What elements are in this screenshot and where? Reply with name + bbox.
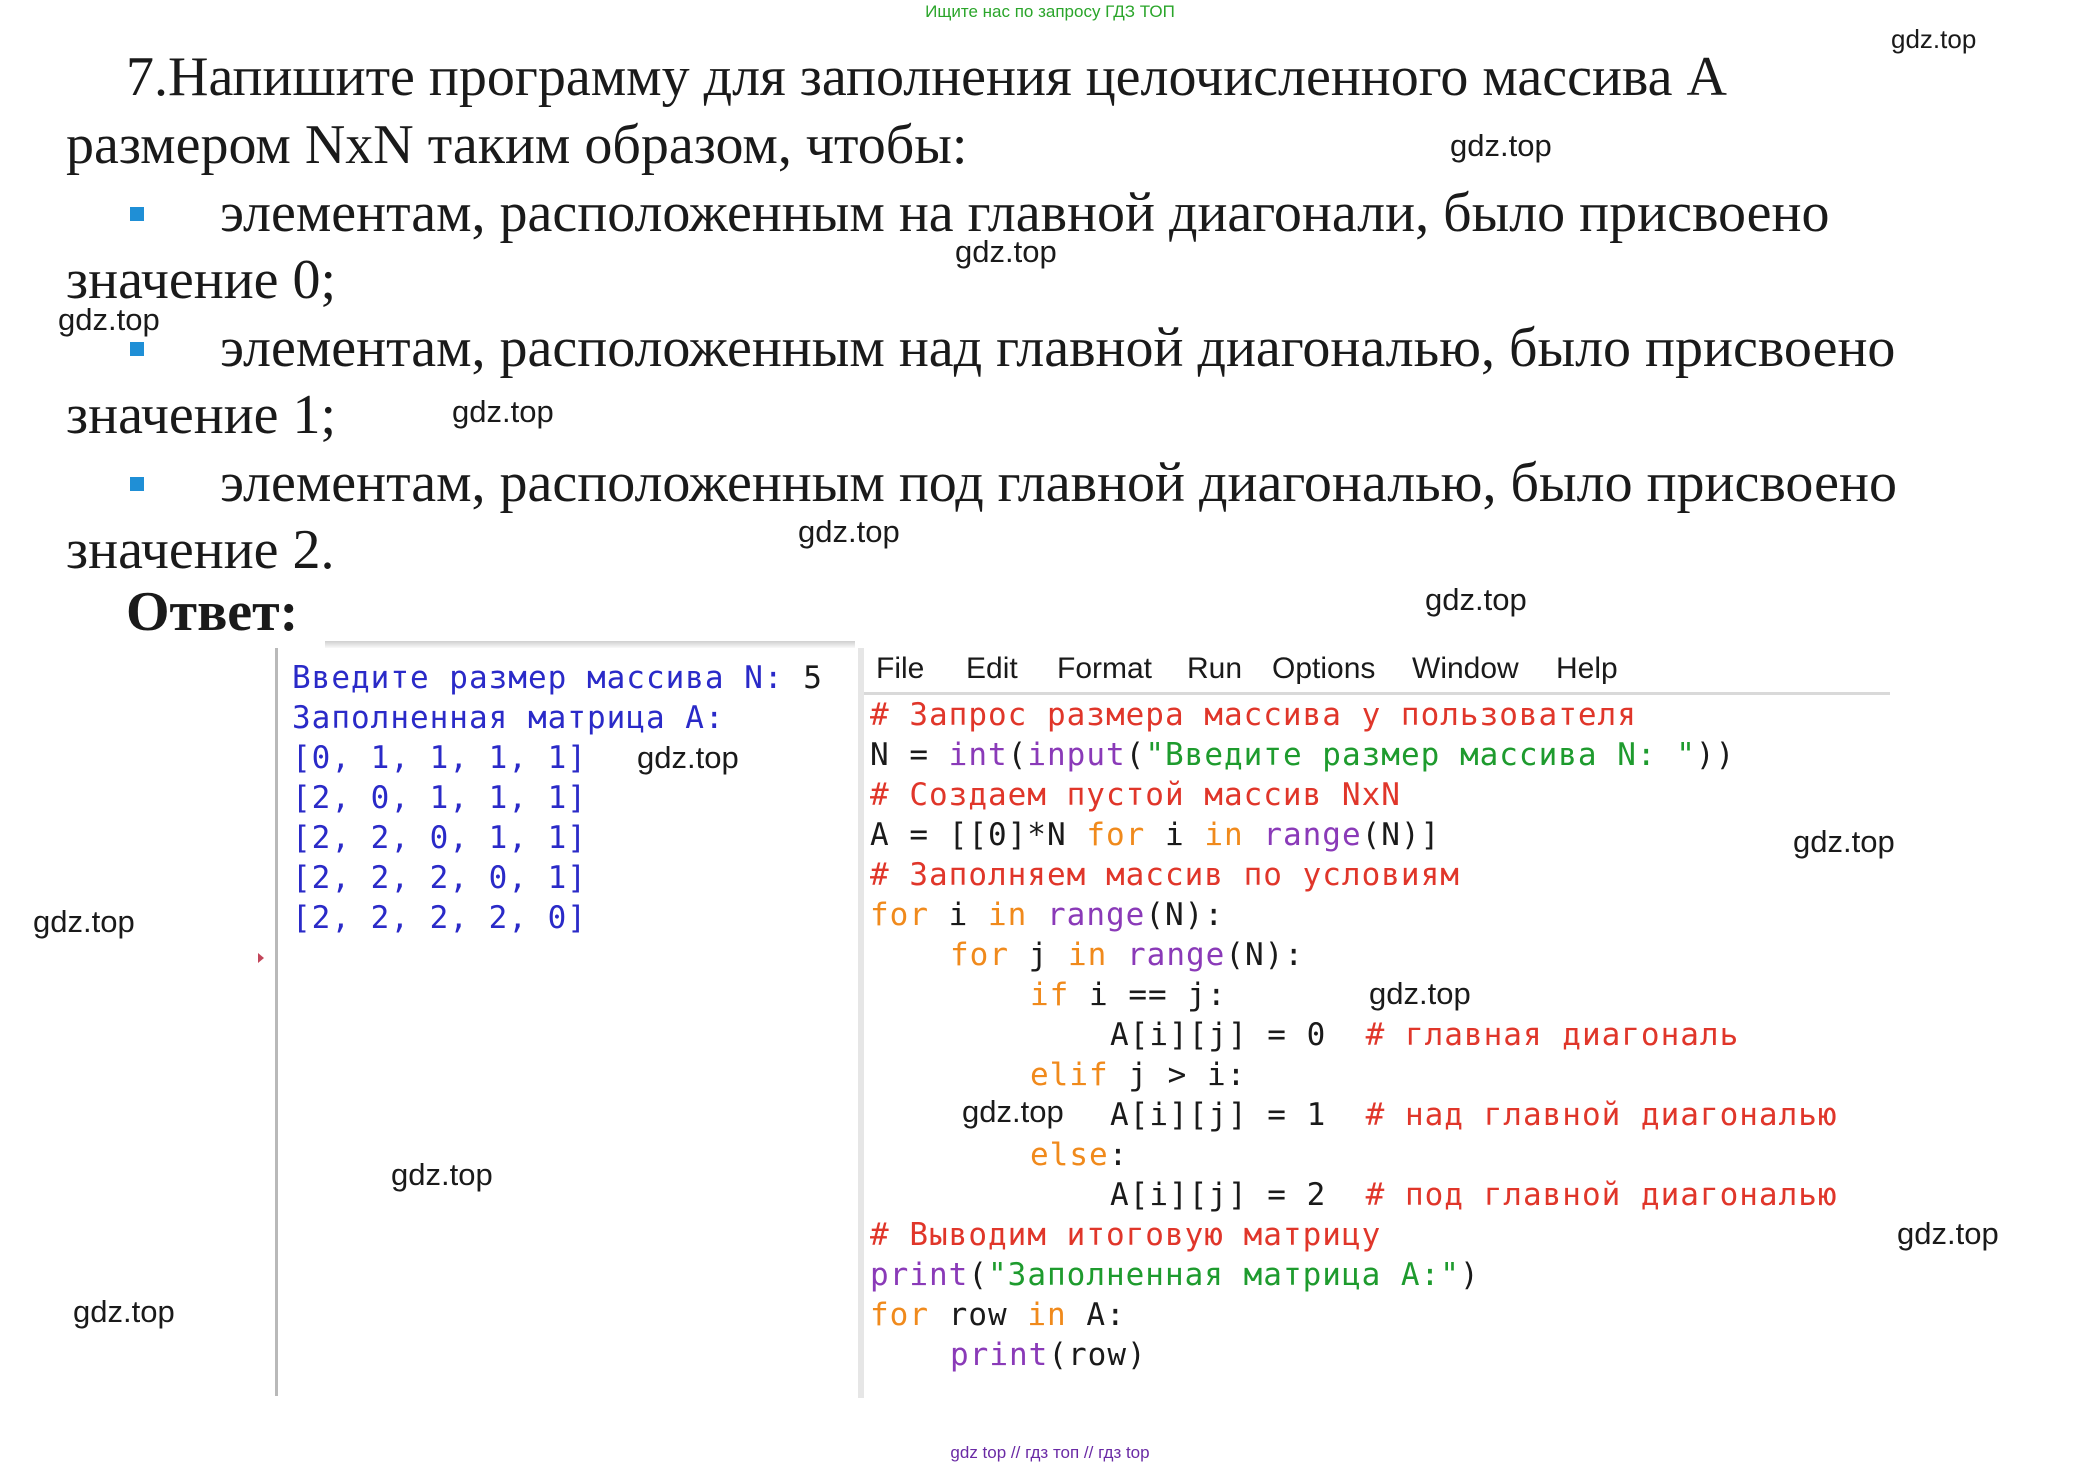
watermark: gdz.top [1793, 824, 1895, 859]
watermark: gdz.top [637, 740, 739, 775]
shell-row: [0, 1, 1, 1, 1] [292, 740, 587, 776]
menu-run[interactable]: Run [1187, 652, 1242, 686]
shell-cursor-icon [258, 953, 264, 963]
code-line-7: for j in range(N): [950, 937, 1304, 973]
task-line-1: 7.Напишите программу для заполнения цело… [126, 46, 1727, 108]
watermark: gdz.top [391, 1157, 493, 1192]
watermark: gdz.top [1897, 1216, 1999, 1251]
shell-row: [2, 2, 2, 2, 0] [292, 900, 587, 936]
shell-row: [2, 0, 1, 1, 1] [292, 780, 587, 816]
code-line-6: for i in range(N): [870, 897, 1224, 933]
menu-window[interactable]: Window [1412, 652, 1519, 686]
shell-prompt-line: Введите размер массива N: 5 [292, 660, 823, 696]
watermark: gdz.top [1369, 976, 1471, 1011]
bullet-item-2-cont: значение 1; [66, 384, 337, 446]
top-banner: Ищите нас по запросу ГДЗ ТОП [925, 2, 1175, 21]
watermark: gdz.top [955, 234, 1057, 269]
shell-row: [2, 2, 2, 0, 1] [292, 860, 587, 896]
code-line-1: # Запрос размера массива у пользователя [870, 697, 1637, 733]
answer-label: Ответ: [126, 581, 299, 643]
code-line-5: # Заполняем массив по условиям [870, 857, 1460, 893]
bullet-item-3: элементам, расположенным под главной диа… [66, 450, 2026, 517]
menu-help[interactable]: Help [1556, 652, 1618, 686]
menu-options[interactable]: Options [1272, 652, 1375, 686]
code-line-9: A[i][j] = 0 # главная диагональ [1110, 1017, 1740, 1053]
footer-links: gdz top // гдз топ // гдз top [950, 1443, 1150, 1462]
task-line-2: размером NxN таким образом, чтобы: [66, 114, 968, 176]
watermark: gdz.top [73, 1294, 175, 1329]
shell-output-panel: Введите размер массива N: 5 Заполненная … [275, 648, 861, 1396]
shell-prompt: Введите размер массива N: [292, 660, 804, 696]
bullet-text: элементам, расположенным над главной диа… [220, 317, 1896, 379]
watermark: gdz.top [33, 904, 135, 939]
bullet-item-2: элементам, расположенным над главной диа… [66, 315, 2026, 382]
menu-edit[interactable]: Edit [966, 652, 1018, 686]
watermark: gdz.top [1425, 582, 1527, 617]
watermark: gdz.top [1891, 24, 1977, 54]
code-line-8: if i == j: [1030, 977, 1227, 1013]
bullet-icon [130, 477, 144, 492]
code-line-15: print("Заполненная матрица A:") [870, 1257, 1480, 1293]
code-line-12: else: [1030, 1137, 1129, 1173]
menu-format[interactable]: Format [1057, 652, 1152, 686]
shell-row: [2, 2, 0, 1, 1] [292, 820, 587, 856]
code-line-11: A[i][j] = 1 # над главной диагональю [1110, 1097, 1838, 1133]
code-line-4: A = [[0]*N for i in range(N)] [870, 817, 1441, 853]
bullet-icon [130, 207, 144, 222]
code-line-13: A[i][j] = 2 # под главной диагональю [1110, 1177, 1838, 1213]
bullet-text: элементам, расположенным под главной диа… [220, 452, 1897, 514]
code-line-3: # Создаем пустой массив NxN [870, 777, 1401, 813]
watermark: gdz.top [798, 514, 900, 549]
code-line-16: for row in A: [870, 1297, 1126, 1333]
code-editor[interactable]: # Запрос размера массива у пользователя … [864, 695, 1890, 1398]
code-line-17: print(row) [950, 1337, 1147, 1373]
code-line-14: # Выводим итоговую матрицу [870, 1217, 1382, 1253]
code-line-10: elif j > i: [1030, 1057, 1247, 1093]
bullet-item-3-cont: значение 2. [66, 519, 335, 581]
watermark: gdz.top [58, 302, 160, 337]
watermark: gdz.top [452, 394, 554, 429]
shell-header: Заполненная матрица A: [292, 700, 725, 736]
watermark: gdz.top [962, 1094, 1064, 1129]
menu-file[interactable]: File [876, 652, 924, 686]
code-line-2: N = int(input("Введите размер массива N:… [870, 737, 1736, 773]
editor-menubar: File Edit Format Run Options Window Help [864, 646, 1890, 695]
bullet-icon [130, 342, 144, 357]
shell-input-value: 5 [803, 660, 823, 696]
watermark: gdz.top [1450, 128, 1552, 163]
